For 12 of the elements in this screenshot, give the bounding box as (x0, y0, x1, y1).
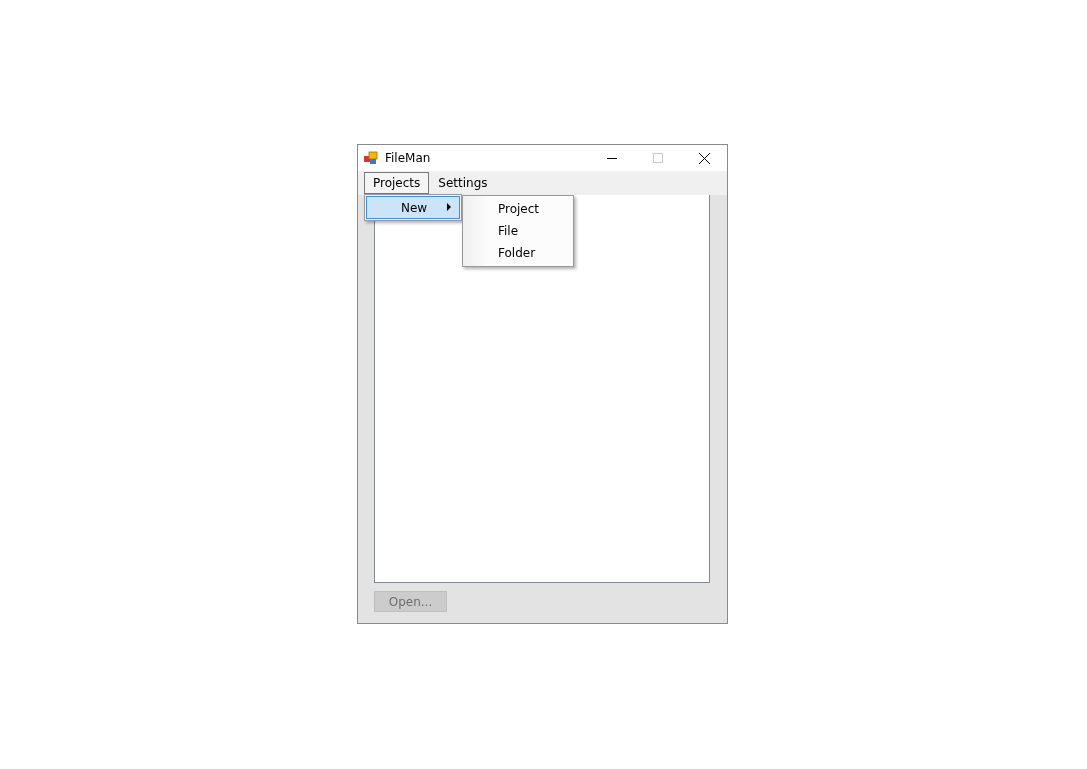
close-icon (698, 152, 710, 164)
app-icon (364, 151, 378, 165)
menu-entry[interactable]: File (463, 220, 573, 242)
list-box[interactable] (374, 195, 710, 583)
maximize-icon (653, 153, 663, 163)
menu-entry[interactable]: Folder (463, 242, 573, 264)
window-title: FileMan (385, 151, 432, 165)
menu-entry[interactable]: Project (463, 198, 573, 220)
menu-item[interactable]: Settings (429, 172, 497, 194)
submenu-arrow-icon (447, 203, 451, 211)
menu-item[interactable]: Projects (364, 172, 430, 194)
menu-entry[interactable]: New (366, 196, 460, 219)
